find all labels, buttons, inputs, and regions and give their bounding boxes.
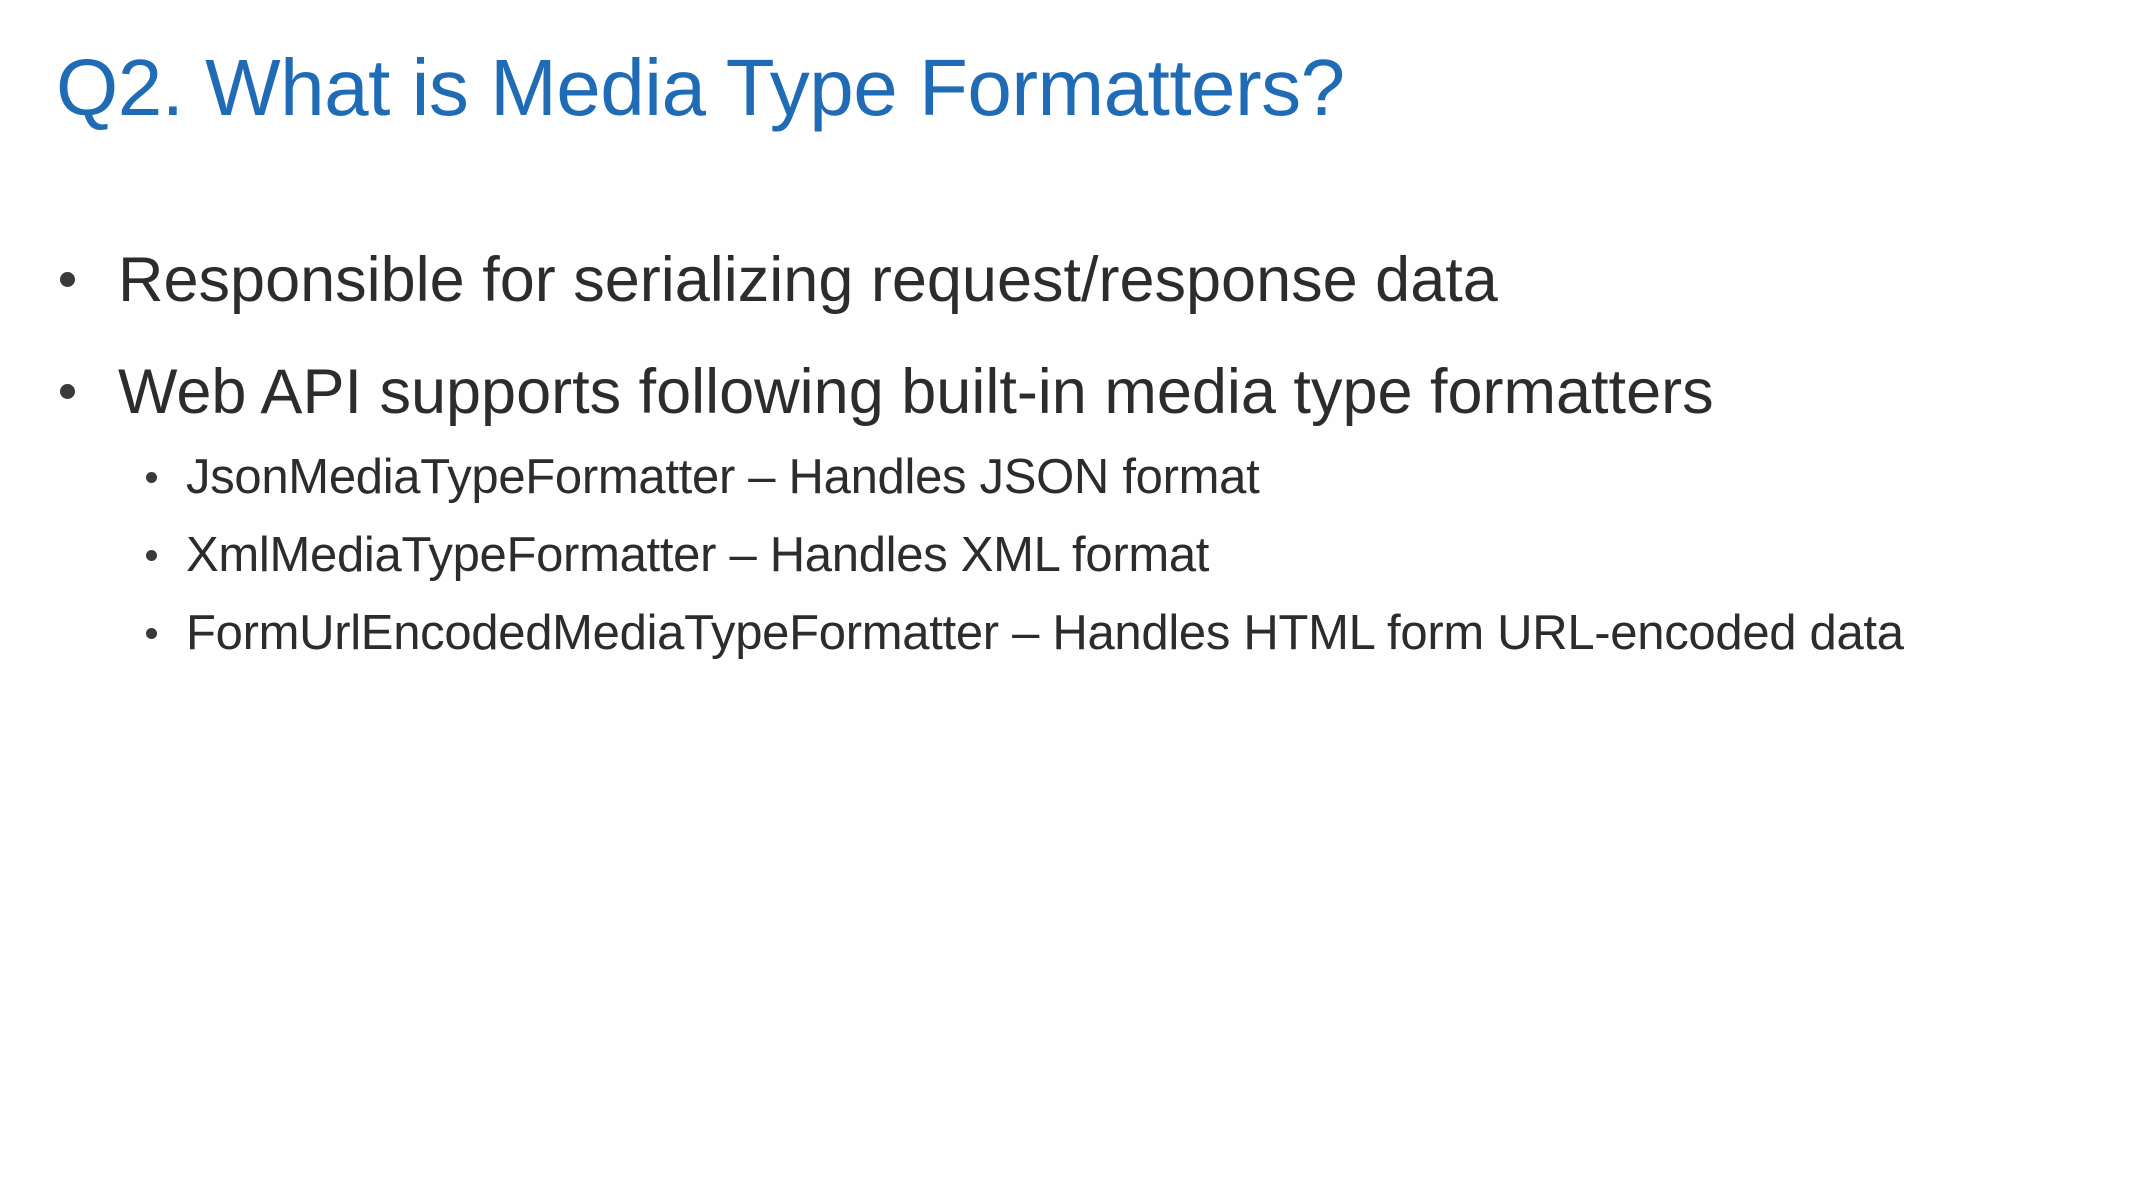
bullet-dot-icon xyxy=(146,550,157,561)
slide-title: Q2. What is Media Type Formatters? xyxy=(56,43,1345,132)
sub-bullet-item: XmlMediaTypeFormatter – Handles XML form… xyxy=(56,516,2116,594)
sub-bullet-item: FormUrlEncodedMediaTypeFormatter – Handl… xyxy=(56,594,2116,672)
bullet-item: Responsible for serializing request/resp… xyxy=(56,236,2116,324)
sub-bullet-list: JsonMediaTypeFormatter – Handles JSON fo… xyxy=(56,438,2116,672)
bullet-dot-icon xyxy=(60,272,75,287)
sub-bullet-text: JsonMediaTypeFormatter – Handles JSON fo… xyxy=(186,450,1260,504)
sub-bullet-text: FormUrlEncodedMediaTypeFormatter – Handl… xyxy=(186,606,1904,660)
bullet-list: Responsible for serializing request/resp… xyxy=(56,236,2116,460)
bullet-dot-icon xyxy=(146,628,157,639)
sub-bullet-text: XmlMediaTypeFormatter – Handles XML form… xyxy=(186,528,1210,582)
bullet-item: Web API supports following built-in medi… xyxy=(56,348,2116,436)
sub-bullet-item: JsonMediaTypeFormatter – Handles JSON fo… xyxy=(56,438,2116,516)
bullet-text: Responsible for serializing request/resp… xyxy=(118,245,1498,315)
bullet-text: Web API supports following built-in medi… xyxy=(118,357,1714,427)
bullet-dot-icon xyxy=(60,384,75,399)
slide: Q2. What is Media Type Formatters? Respo… xyxy=(0,0,2137,1178)
bullet-dot-icon xyxy=(146,472,157,483)
